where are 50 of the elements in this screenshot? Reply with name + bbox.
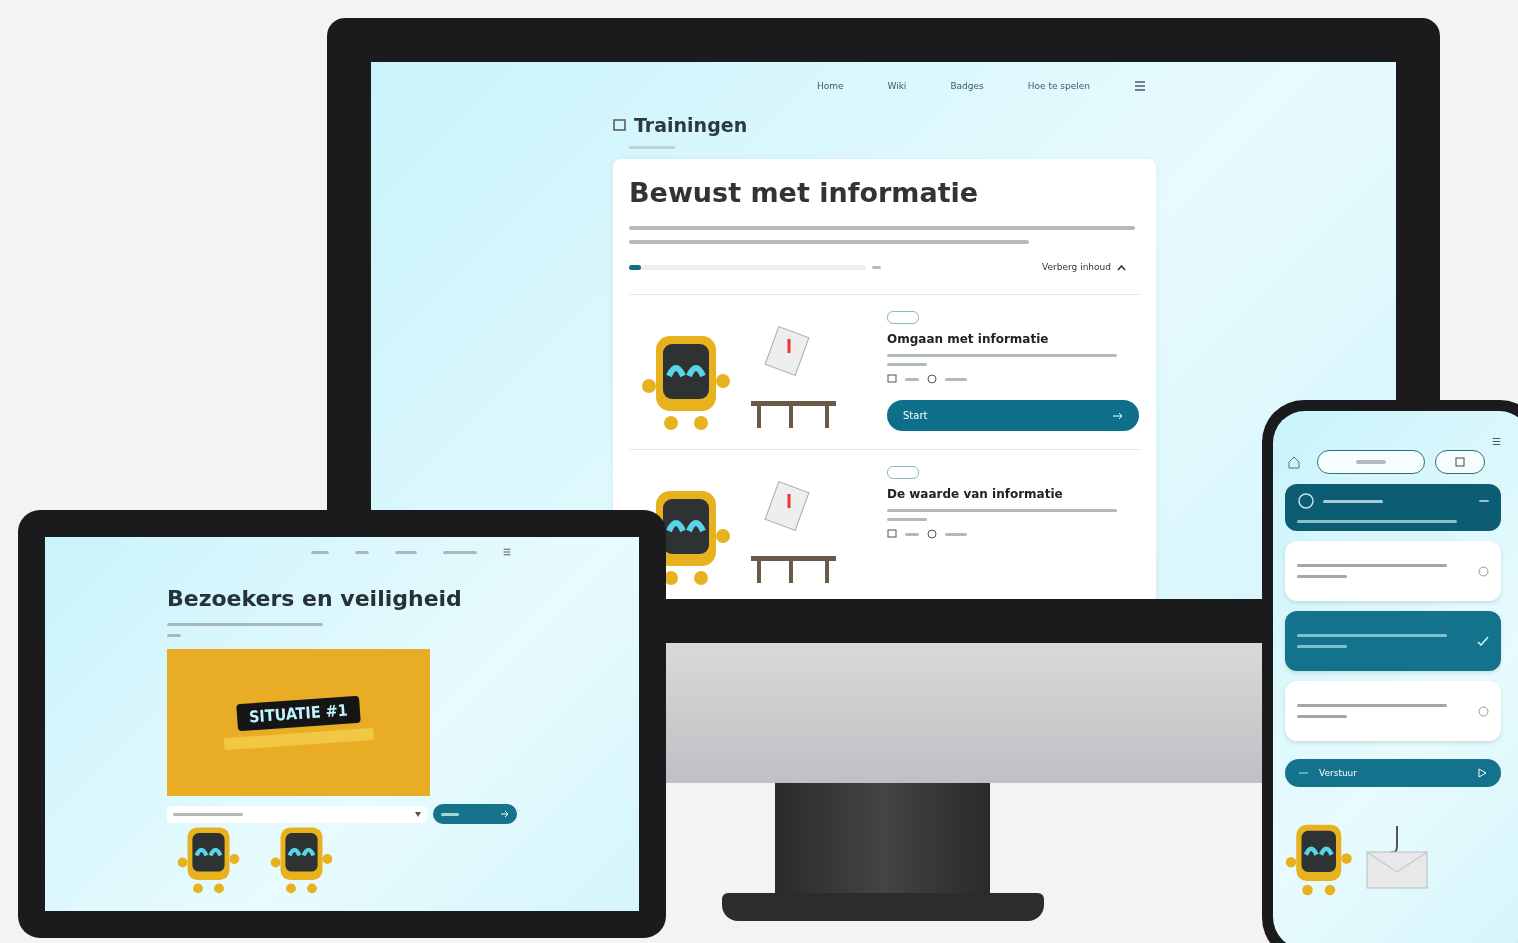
arrow-icon: [501, 810, 509, 818]
situation-label: SITUATIE #1: [236, 695, 361, 732]
check-icon: [1477, 636, 1489, 646]
blurred-description-line: [887, 518, 927, 521]
nav-link[interactable]: Home: [816, 81, 844, 91]
nav-link[interactable]: Wiki: [887, 81, 907, 91]
toggle-link[interactable]: Verberg inhoud: [1042, 262, 1111, 272]
nav-link[interactable]: Hoe te spelen: [1027, 81, 1090, 91]
menu-icon[interactable]: [503, 548, 511, 556]
play-icon: [1478, 768, 1487, 778]
start-button[interactable]: Start: [887, 400, 1139, 431]
blurred-description-line: [887, 363, 927, 366]
collapse-icon[interactable]: [1117, 262, 1126, 272]
submit-button[interactable]: Verstuur: [1285, 759, 1501, 787]
module-title: De waarde van informatie: [887, 487, 1064, 501]
tag-badge: [887, 466, 919, 479]
video-thumbnail[interactable]: SITUATIE #1: [167, 649, 430, 796]
caret-icon: [415, 811, 421, 817]
page-title: Bezoekers en veiligheid: [167, 586, 463, 611]
menu-icon[interactable]: [1492, 437, 1501, 446]
book-icon: [613, 119, 626, 131]
clock-icon: [927, 374, 937, 384]
blurred-breadcrumb: [629, 146, 675, 149]
answer-option[interactable]: [1285, 541, 1501, 601]
clock-icon: [927, 529, 937, 539]
chat-icon: [887, 374, 897, 384]
tag-badge: [887, 311, 919, 324]
blurred-description-line: [167, 634, 181, 637]
exit-button[interactable]: [1435, 450, 1485, 474]
nav-link[interactable]: Badges: [950, 81, 984, 91]
send-icon: [1299, 769, 1309, 777]
door-icon: [1455, 457, 1465, 467]
answer-option[interactable]: [1285, 681, 1501, 741]
arrow-icon: [1113, 411, 1123, 420]
menu-icon[interactable]: [1134, 80, 1146, 92]
training-title: Bewust met informatie: [629, 177, 980, 208]
blurred-meta: [945, 532, 967, 536]
blurred-meta: [905, 532, 919, 536]
answer-option[interactable]: [1285, 611, 1501, 671]
radio-icon: [1478, 565, 1489, 577]
module-title: Omgaan met informatie: [887, 332, 1050, 346]
select-field[interactable]: [167, 805, 427, 823]
timer-icon: [1297, 492, 1315, 510]
blurred-meta: [905, 377, 919, 381]
section-title: Trainingen: [634, 114, 748, 136]
blurred-percent: [872, 265, 881, 269]
submit-button[interactable]: [433, 804, 517, 824]
radio-icon: [1478, 705, 1489, 717]
blurred-meta: [945, 377, 967, 381]
chat-icon: [887, 529, 897, 539]
